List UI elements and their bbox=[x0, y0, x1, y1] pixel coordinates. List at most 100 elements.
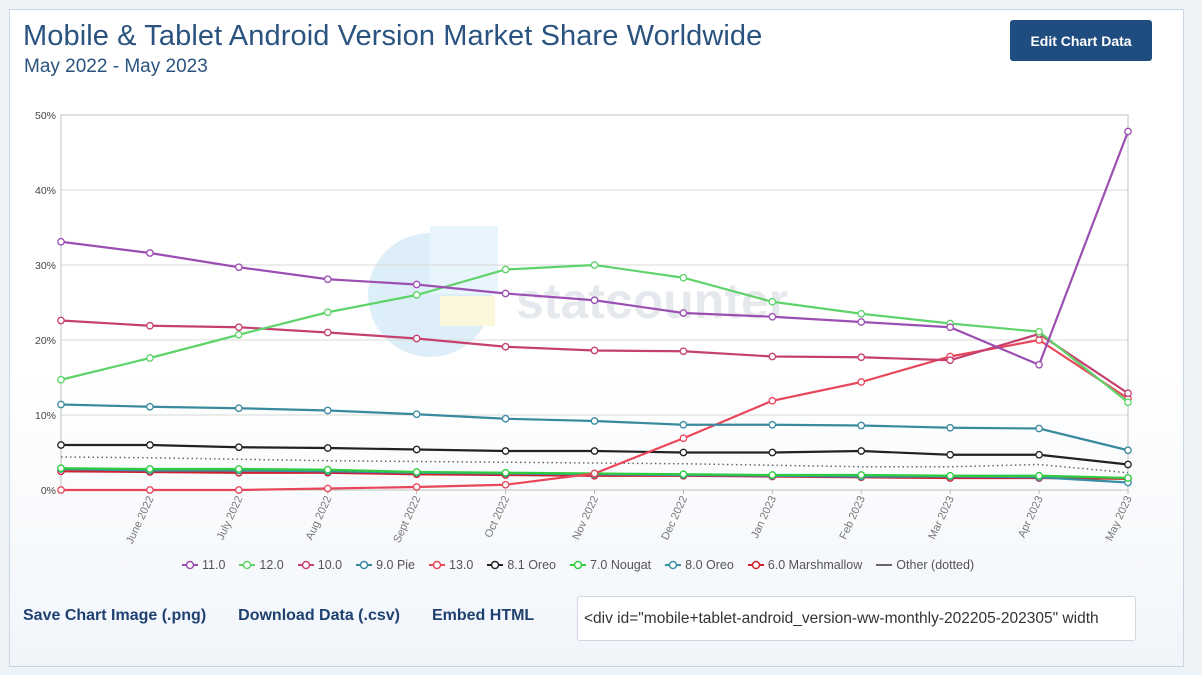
x-tick-label: July 2022 bbox=[215, 494, 246, 542]
legend-label: 13.0 bbox=[449, 558, 474, 572]
y-tick-label: 20% bbox=[35, 335, 56, 347]
data-point bbox=[412, 483, 421, 491]
data-point bbox=[323, 275, 332, 284]
legend-marker-icon bbox=[665, 560, 682, 570]
data-point bbox=[1035, 360, 1043, 369]
x-tick-label: Apr 2023 bbox=[1016, 494, 1046, 540]
x-tick-label: Sept 2022 bbox=[391, 494, 423, 545]
data-point bbox=[501, 447, 510, 455]
x-tick-label: May 2023 bbox=[1103, 494, 1134, 543]
legend-item[interactable]: 8.0 Oreo bbox=[665, 555, 734, 575]
data-point bbox=[146, 441, 154, 449]
data-point bbox=[946, 323, 955, 332]
data-point bbox=[679, 347, 688, 356]
legend-item[interactable]: 12.0 bbox=[239, 555, 284, 575]
data-point bbox=[234, 465, 243, 473]
data-point bbox=[146, 465, 154, 473]
data-point bbox=[679, 434, 688, 443]
data-point bbox=[323, 465, 332, 474]
data-point bbox=[57, 400, 65, 409]
download-data-link[interactable]: Download Data (.csv) bbox=[238, 607, 400, 625]
legend-label: 6.0 Marshmallow bbox=[767, 558, 863, 572]
x-tick-label: June 2022 bbox=[124, 494, 157, 546]
data-point bbox=[57, 464, 65, 473]
data-point bbox=[768, 471, 777, 479]
line-chart: statcounter 0% 10% 20% 30% 40% 50% June 2022 Jul… bbox=[35, 110, 1135, 546]
x-tick-label: Aug 2022 bbox=[304, 494, 335, 542]
data-point bbox=[323, 406, 332, 415]
data-point bbox=[146, 354, 154, 362]
data-point bbox=[857, 309, 866, 318]
legend-item[interactable]: 6.0 Marshmallow bbox=[747, 555, 863, 575]
data-point bbox=[1124, 398, 1132, 407]
watermark-logo-accent bbox=[440, 296, 495, 326]
data-point bbox=[501, 414, 510, 423]
data-point bbox=[946, 356, 955, 365]
data-point bbox=[412, 291, 421, 299]
data-point bbox=[946, 423, 955, 432]
data-point bbox=[412, 445, 421, 454]
legend-item[interactable]: 8.1 Oreo bbox=[487, 555, 556, 575]
data-point bbox=[590, 417, 599, 425]
legend-item[interactable]: 7.0 Nougat bbox=[570, 555, 651, 575]
legend-label: 7.0 Nougat bbox=[590, 558, 652, 572]
data-point bbox=[1124, 474, 1132, 482]
legend-item[interactable]: 10.0 bbox=[297, 555, 342, 575]
data-point bbox=[234, 330, 243, 339]
legend-label: 11.0 bbox=[202, 558, 226, 572]
x-tick-label: Mar 2023 bbox=[926, 494, 957, 541]
data-point bbox=[146, 249, 154, 257]
x-tick-label: Nov 2022 bbox=[570, 494, 601, 542]
legend-item[interactable]: 11.0 bbox=[182, 555, 225, 575]
x-tick-label: Oct 2022 bbox=[483, 494, 513, 540]
legend-label: 12.0 bbox=[259, 558, 284, 572]
legend-label: Other (dotted) bbox=[896, 558, 975, 572]
data-point bbox=[57, 375, 65, 384]
data-point bbox=[1124, 127, 1132, 136]
watermark-text: statcounter bbox=[516, 273, 788, 329]
data-point bbox=[146, 321, 154, 330]
x-tick-label: Dec 2022 bbox=[659, 494, 690, 542]
legend-item[interactable]: 13.0 bbox=[429, 555, 473, 575]
data-point bbox=[234, 404, 243, 413]
series-line-9-0-pie bbox=[60, 403, 1129, 452]
data-point bbox=[857, 471, 866, 479]
embed-html-link[interactable]: Embed HTML bbox=[432, 607, 534, 625]
legend-label: 9.0 Pie bbox=[376, 558, 416, 572]
data-point bbox=[590, 346, 599, 355]
data-point bbox=[946, 450, 955, 459]
save-chart-image-link[interactable]: Save Chart Image (.png) bbox=[23, 607, 206, 625]
legend-marker-icon bbox=[356, 560, 373, 570]
data-point bbox=[1035, 450, 1043, 459]
embed-code-field[interactable] bbox=[577, 596, 1136, 641]
y-tick-label: 50% bbox=[35, 110, 56, 122]
data-point bbox=[57, 237, 65, 246]
y-tick-label: 40% bbox=[35, 185, 56, 197]
data-point bbox=[412, 334, 421, 343]
legend-marker-icon bbox=[297, 560, 314, 570]
chart-legend: 11.0 12.0 10.0 9.0 Pie 13.0 8.1 Oreo 7.0 Nouga… bbox=[182, 555, 1062, 575]
data-point bbox=[323, 484, 332, 493]
legend-label: 8.1 Oreo bbox=[507, 558, 556, 572]
data-point bbox=[234, 323, 243, 332]
legend-marker-icon bbox=[747, 560, 764, 570]
series-line-10-0 bbox=[60, 319, 1129, 395]
data-point bbox=[679, 470, 688, 479]
data-point bbox=[57, 441, 65, 449]
data-point bbox=[323, 308, 332, 317]
legend-item[interactable]: 9.0 Pie bbox=[356, 555, 415, 575]
data-point bbox=[234, 263, 243, 272]
data-point bbox=[946, 471, 955, 480]
data-point bbox=[590, 296, 599, 305]
x-tick-label: Jan 2023 bbox=[749, 494, 779, 540]
data-point bbox=[412, 280, 421, 289]
data-point bbox=[679, 309, 688, 317]
legend-item[interactable]: Other (dotted) bbox=[876, 555, 974, 575]
data-point bbox=[857, 421, 866, 430]
data-point bbox=[1035, 471, 1043, 480]
data-point bbox=[501, 468, 510, 477]
legend-label: 8.0 Oreo bbox=[685, 558, 734, 572]
legend-marker-icon bbox=[487, 560, 504, 570]
data-point bbox=[590, 261, 599, 269]
data-point bbox=[57, 316, 65, 325]
